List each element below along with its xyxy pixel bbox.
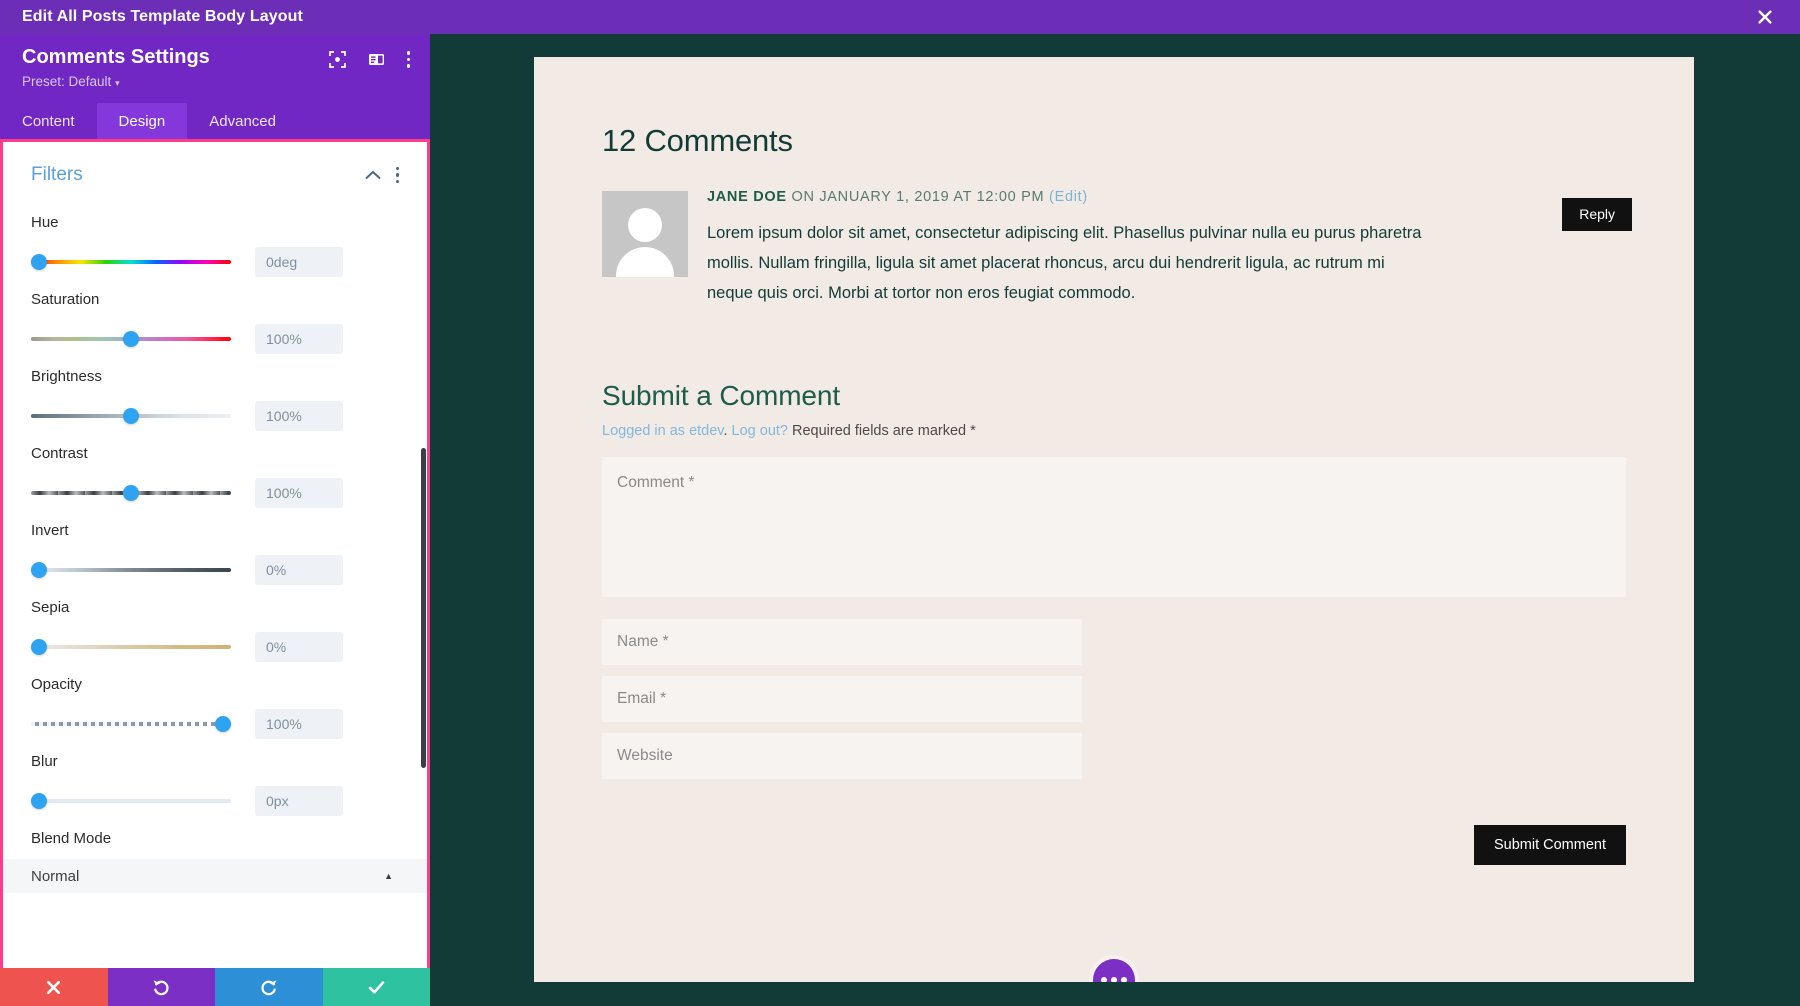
- close-icon[interactable]: [1752, 4, 1778, 30]
- logged-in-separator: .: [723, 423, 732, 440]
- brightness-value-input[interactable]: 100%: [255, 401, 343, 431]
- comment-meta: JANE DOE ON JANUARY 1, 2019 AT 12:00 PM …: [707, 189, 1626, 205]
- control-label: Brightness: [31, 368, 102, 385]
- save-button[interactable]: [322, 968, 430, 1006]
- saturation-slider[interactable]: [31, 330, 231, 348]
- app-root: Edit All Posts Template Body Layout 12 C…: [0, 0, 1800, 1006]
- blend-mode-label: Blend Mode: [31, 830, 112, 847]
- layout-toggle-icon[interactable]: [368, 51, 385, 68]
- blur-slider[interactable]: [31, 792, 231, 810]
- blend-mode-select[interactable]: Normal ▲: [3, 859, 427, 893]
- settings-panel-header: Comments Settings Preset: Default ▾: [0, 34, 430, 103]
- avatar: [602, 191, 688, 277]
- hue-value-input[interactable]: 0deg: [255, 247, 343, 277]
- logout-link[interactable]: Log out?: [732, 423, 788, 439]
- sepia-value-input[interactable]: 0%: [255, 632, 343, 662]
- settings-panel: Comments Settings Preset: Default ▾ Cont…: [0, 34, 430, 1006]
- panel-scrollbar[interactable]: [421, 448, 426, 768]
- control-brightness: Brightness 100%: [31, 354, 399, 431]
- control-label: Invert: [31, 522, 69, 539]
- comments-count-heading: 12 Comments: [602, 123, 793, 158]
- chevron-up-icon: ▲: [384, 871, 393, 881]
- comment-date: ON JANUARY 1, 2019 AT 12:00 PM: [786, 189, 1050, 205]
- saturation-value-input[interactable]: 100%: [255, 324, 343, 354]
- brightness-slider[interactable]: [31, 407, 231, 425]
- submit-comment-heading: Submit a Comment: [602, 380, 841, 412]
- comments-module-preview: 12 Comments JANE DOE ON JANUARY 1, 2019 …: [534, 57, 1694, 982]
- chevron-up-icon[interactable]: [364, 166, 382, 184]
- comment-textarea[interactable]: [602, 457, 1626, 598]
- chevron-down-icon: ▾: [115, 78, 120, 88]
- control-label: Saturation: [31, 291, 100, 308]
- invert-value-input[interactable]: 0%: [255, 555, 343, 585]
- responsive-preview-icon[interactable]: [328, 51, 346, 68]
- comment-author: JANE DOE: [707, 189, 787, 205]
- comment-edit-link[interactable]: (Edit): [1049, 189, 1088, 205]
- page-title: Edit All Posts Template Body Layout: [22, 8, 303, 25]
- redo-button[interactable]: [215, 968, 323, 1006]
- contrast-slider[interactable]: [31, 484, 231, 502]
- comment-text: Lorem ipsum dolor sit amet, consectetur …: [707, 224, 1422, 303]
- preset-selector[interactable]: Preset: Default ▾: [22, 74, 408, 89]
- settings-action-bar: [0, 968, 430, 1006]
- opacity-slider[interactable]: [31, 715, 231, 733]
- control-hue: Hue 0deg: [31, 200, 399, 277]
- email-input[interactable]: [602, 676, 1082, 723]
- hue-slider[interactable]: [31, 253, 231, 271]
- filters-section-title: Filters: [31, 164, 83, 185]
- control-opacity: Opacity 100%: [31, 662, 399, 739]
- control-label: Blur: [31, 753, 58, 770]
- blur-value-input[interactable]: 0px: [255, 786, 343, 816]
- tab-advanced[interactable]: Advanced: [187, 103, 298, 139]
- tab-design[interactable]: Design: [96, 103, 188, 139]
- required-note: Required fields are marked *: [787, 423, 976, 440]
- website-input[interactable]: [602, 733, 1082, 780]
- filters-more-options-icon[interactable]: [395, 166, 399, 184]
- logged-in-note: Logged in as etdev. Log out? Required fi…: [602, 423, 1626, 439]
- sepia-slider[interactable]: [31, 638, 231, 656]
- settings-panel-body: Filters Hue 0deg Saturation 100% Brightn…: [0, 139, 430, 1006]
- control-blur: Blur 0px: [31, 739, 399, 816]
- undo-button[interactable]: [107, 968, 215, 1006]
- invert-slider[interactable]: [31, 561, 231, 579]
- comment-item: JANE DOE ON JANUARY 1, 2019 AT 12:00 PM …: [602, 187, 1632, 308]
- control-label: Sepia: [31, 599, 70, 616]
- reply-button[interactable]: Reply: [1562, 198, 1632, 231]
- control-contrast: Contrast 100%: [31, 431, 399, 508]
- builder-topbar: Edit All Posts Template Body Layout: [0, 0, 1800, 34]
- control-sepia: Sepia 0%: [31, 585, 399, 662]
- control-label: Contrast: [31, 445, 88, 462]
- preview-canvas: 12 Comments JANE DOE ON JANUARY 1, 2019 …: [430, 34, 1800, 982]
- submit-comment-button[interactable]: Submit Comment: [1473, 825, 1626, 866]
- preset-label: Preset: Default: [22, 74, 112, 89]
- settings-tabs: Content Design Advanced: [0, 103, 430, 139]
- filters-section-header[interactable]: Filters: [31, 142, 399, 200]
- control-label: Hue: [31, 214, 59, 231]
- control-saturation: Saturation 100%: [31, 277, 399, 354]
- control-label: Opacity: [31, 676, 82, 693]
- more-options-icon[interactable]: [406, 51, 410, 68]
- opacity-value-input[interactable]: 100%: [255, 709, 343, 739]
- tab-content[interactable]: Content: [0, 103, 97, 139]
- contrast-value-input[interactable]: 100%: [255, 478, 343, 508]
- settings-scroll-area: Filters Hue 0deg Saturation 100% Brightn…: [3, 142, 427, 1006]
- blend-mode-value: Normal: [31, 867, 80, 885]
- name-input[interactable]: [602, 619, 1082, 666]
- logged-in-user-link[interactable]: Logged in as etdev: [602, 423, 723, 439]
- module-settings-fab[interactable]: [1093, 959, 1135, 982]
- control-invert: Invert 0%: [31, 508, 399, 585]
- cancel-button[interactable]: [0, 968, 108, 1006]
